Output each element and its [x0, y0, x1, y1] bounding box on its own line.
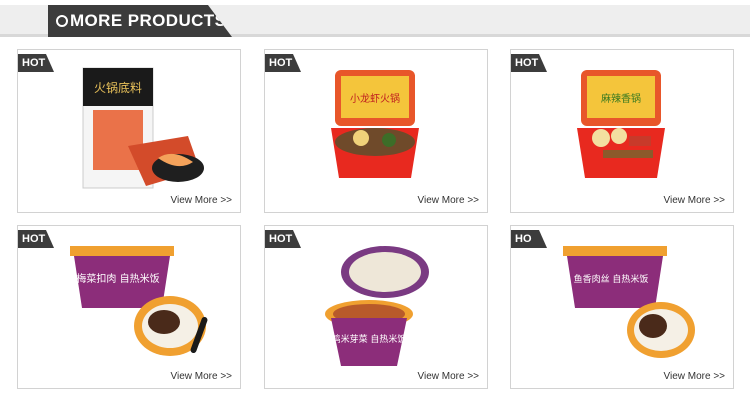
package-label: 麻辣香锅 — [601, 92, 641, 105]
package-label: 鱼香肉丝 自热米饭 — [574, 273, 649, 285]
rice-bowl-image[interactable]: 鸡米芽菜 自热米饭 — [265, 226, 487, 388]
rice-bowl-image[interactable]: 梅菜扣肉 自热米饭 — [18, 226, 240, 388]
product-card-3[interactable]: 麻辣香锅 HOT View More >> — [510, 49, 734, 213]
product-card-2[interactable]: 小龙虾火锅 HOT View More >> — [264, 49, 488, 213]
view-more-link[interactable]: View More >> — [170, 371, 232, 382]
rice-bowl-image[interactable]: 鱼香肉丝 自热米饭 — [511, 226, 733, 388]
section-header: MORE PRODUCTS — [0, 5, 750, 37]
bag-hotpot-base-image[interactable]: 火锅底料 — [18, 50, 240, 212]
view-more-link[interactable]: View More >> — [417, 195, 479, 206]
product-card-5[interactable]: 鸡米芽菜 自热米饭 HOT View More >> — [264, 225, 488, 389]
package-label: 小龙虾火锅 — [350, 92, 400, 105]
circle-bullet-icon — [56, 15, 68, 27]
header-tab: MORE PRODUCTS — [48, 5, 232, 37]
view-more-link[interactable]: View More >> — [663, 195, 725, 206]
view-more-link[interactable]: View More >> — [170, 195, 232, 206]
product-card-1[interactable]: 火锅底料 HOT View More >> — [17, 49, 241, 213]
package-label: 梅菜扣肉 自热米饭 — [76, 272, 159, 285]
self-heating-hotpot-box-image[interactable]: 麻辣香锅 — [511, 50, 733, 212]
view-more-link[interactable]: View More >> — [663, 371, 725, 382]
package-label: 鸡米芽菜 自热米饭 — [332, 333, 407, 345]
package-label: 火锅底料 — [94, 80, 142, 95]
view-more-link[interactable]: View More >> — [417, 371, 479, 382]
product-card-6[interactable]: 鱼香肉丝 自热米饭 HO View More >> — [510, 225, 734, 389]
section-title: MORE PRODUCTS — [70, 11, 227, 30]
self-heating-hotpot-box-image[interactable]: 小龙虾火锅 — [265, 50, 487, 212]
product-card-4[interactable]: 梅菜扣肉 自热米饭 HOT View More >> — [17, 225, 241, 389]
